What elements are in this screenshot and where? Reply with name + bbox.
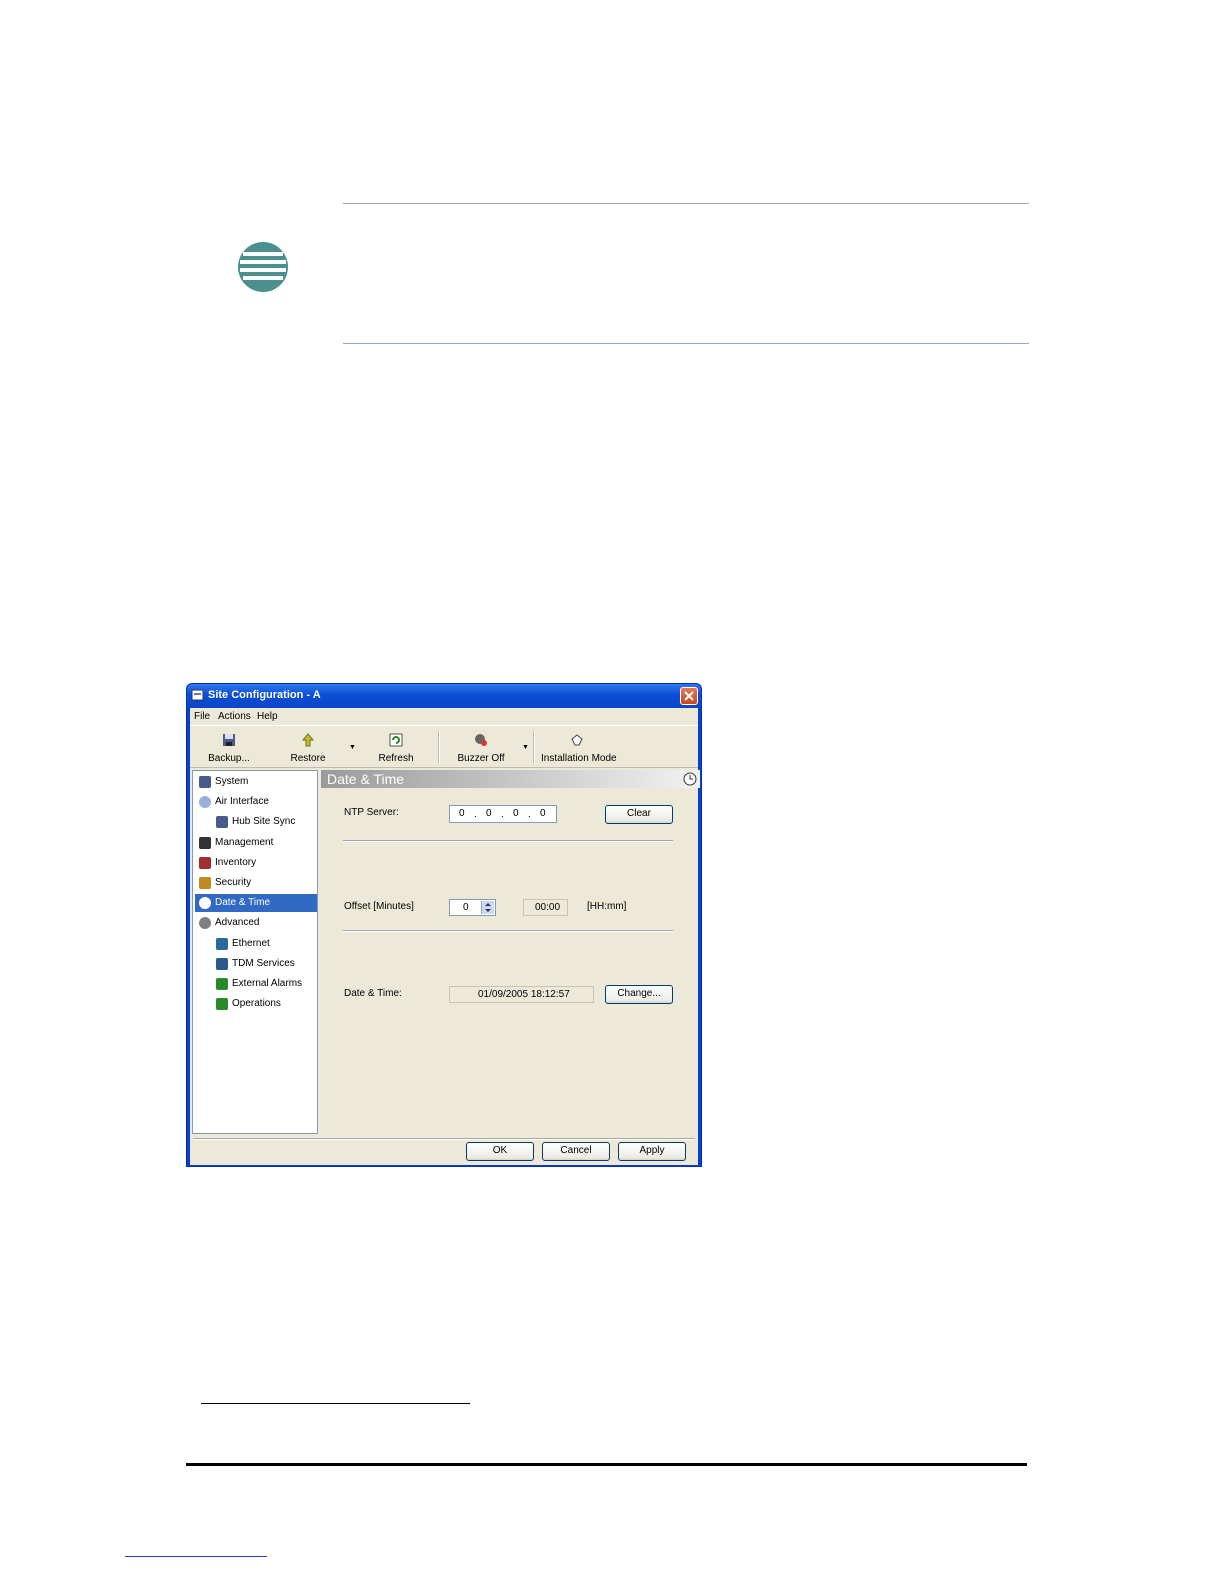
save-icon bbox=[223, 734, 235, 746]
tree-item-label: Date & Time bbox=[215, 897, 271, 909]
date-time-panel: Date & Time NTP Server: 0 . 0 . 0 . 0 Cl… bbox=[321, 770, 700, 1134]
installation-mode-button[interactable]: Installation Mode bbox=[541, 727, 617, 767]
refresh-icon bbox=[389, 733, 403, 747]
restore-icon bbox=[301, 733, 315, 747]
management-icon bbox=[199, 836, 211, 849]
tree-item-label: External Alarms bbox=[232, 978, 303, 989]
operations-icon bbox=[216, 998, 228, 1011]
footer-link-underline[interactable] bbox=[125, 1556, 267, 1557]
buzzer-icon bbox=[475, 734, 487, 746]
app-icon bbox=[191, 689, 204, 701]
menu-bar: File Actions Help bbox=[190, 708, 698, 726]
offset-hhmm-field: 00:00 bbox=[523, 899, 568, 916]
tree-item-security[interactable]: Security bbox=[195, 874, 315, 892]
tree-item-external-alarms[interactable]: External Alarms bbox=[212, 975, 315, 993]
close-icon bbox=[684, 691, 694, 701]
tree-item-inventory[interactable]: Inventory bbox=[195, 854, 315, 872]
clock-icon bbox=[683, 772, 697, 786]
separator bbox=[343, 930, 673, 932]
tree-item-label: Ethernet bbox=[232, 937, 270, 949]
tree-item-hub-site-sync[interactable]: Hub Site Sync bbox=[212, 813, 315, 831]
bottom-separator bbox=[193, 1138, 695, 1140]
tree-item-label: Operations bbox=[232, 998, 281, 1010]
site-configuration-dialog: Site Configuration - A File Actions Help… bbox=[186, 683, 702, 1167]
panel-title: Date & Time bbox=[327, 771, 405, 787]
restore-button[interactable]: Restore bbox=[286, 727, 330, 767]
separator bbox=[343, 840, 673, 842]
air-interface-icon bbox=[199, 796, 211, 809]
tree-item-label: Security bbox=[215, 877, 252, 888]
tree-item-tdm-services[interactable]: TDM Services bbox=[212, 955, 315, 973]
tree-item-advanced[interactable]: Advanced bbox=[195, 914, 315, 932]
advanced-icon bbox=[199, 917, 211, 930]
footer-rule bbox=[186, 1463, 1027, 1466]
apply-button[interactable]: Apply bbox=[618, 1142, 686, 1161]
change-button[interactable]: Change... bbox=[605, 985, 673, 1004]
tree-item-operations[interactable]: Operations bbox=[212, 995, 315, 1013]
tree-item-label: Advanced bbox=[215, 917, 260, 929]
hub-sync-icon bbox=[216, 816, 228, 829]
clock-icon bbox=[199, 897, 211, 910]
clear-button[interactable]: Clear bbox=[605, 805, 673, 824]
offset-label: Offset [Minutes] bbox=[344, 901, 414, 912]
buzzer-dropdown-icon[interactable]: ▼ bbox=[522, 744, 529, 751]
note-bottom-rule bbox=[343, 343, 1029, 344]
inventory-icon bbox=[199, 856, 211, 869]
offset-stepper[interactable]: 0 bbox=[449, 899, 496, 916]
tree-item-label: Hub Site Sync bbox=[232, 816, 296, 828]
buzzer-off-button[interactable]: Buzzer Off bbox=[456, 727, 506, 767]
tree-item-system[interactable]: System bbox=[195, 773, 315, 791]
date-time-field: 01/09/2005 18:12:57 bbox=[449, 986, 594, 1003]
ntp-server-input[interactable]: 0 . 0 . 0 . 0 bbox=[449, 805, 557, 823]
title-bar: Site Configuration - A bbox=[187, 684, 701, 708]
tree-item-label: Air Interface bbox=[215, 796, 269, 808]
menu-actions[interactable]: Actions bbox=[218, 711, 251, 722]
date-time-label: Date & Time: bbox=[344, 988, 402, 999]
tree-item-air-interface[interactable]: Air Interface bbox=[195, 793, 315, 811]
ntp-server-label: NTP Server: bbox=[344, 807, 399, 818]
toolbar-separator bbox=[533, 731, 535, 763]
spin-arrows-icon[interactable] bbox=[481, 901, 494, 914]
note-icon bbox=[238, 242, 288, 292]
tree-item-label: Management bbox=[215, 836, 274, 848]
security-icon bbox=[199, 877, 211, 889]
footnote-rule bbox=[201, 1403, 470, 1404]
tree-item-date-time[interactable]: Date & Time bbox=[195, 894, 317, 913]
panel-header: Date & Time bbox=[321, 770, 700, 788]
alarm-icon bbox=[216, 978, 228, 990]
restore-dropdown-icon[interactable]: ▼ bbox=[349, 744, 356, 751]
toolbar: Backup... Restore ▼ Refresh Buzzer Off ▼… bbox=[190, 727, 698, 768]
refresh-button[interactable]: Refresh bbox=[374, 727, 418, 767]
ok-button[interactable]: OK bbox=[466, 1142, 534, 1161]
dialog-title: Site Configuration - A bbox=[208, 689, 321, 701]
tdm-icon bbox=[216, 957, 228, 970]
tree-item-label: System bbox=[215, 776, 249, 787]
close-button[interactable] bbox=[680, 687, 698, 705]
installation-icon bbox=[571, 734, 583, 746]
note-top-rule bbox=[343, 203, 1029, 204]
tree-item-ethernet[interactable]: Ethernet bbox=[212, 935, 315, 953]
navigation-tree: System Air Interface Hub Site Sync Manageme… bbox=[192, 770, 318, 1134]
tree-item-management[interactable]: Management bbox=[195, 834, 315, 852]
menu-file[interactable]: File bbox=[194, 711, 210, 722]
system-icon bbox=[199, 776, 211, 788]
dialog-client: File Actions Help Backup... Restore ▼ Re… bbox=[190, 708, 700, 1165]
tree-item-label: Inventory bbox=[215, 856, 257, 868]
toolbar-separator bbox=[438, 731, 440, 763]
cancel-button[interactable]: Cancel bbox=[542, 1142, 610, 1161]
menu-help[interactable]: Help bbox=[257, 711, 278, 722]
tree-item-label: TDM Services bbox=[232, 957, 295, 969]
backup-button[interactable]: Backup... bbox=[204, 727, 254, 767]
ethernet-icon bbox=[216, 937, 228, 950]
offset-unit-label: [HH:mm] bbox=[587, 901, 627, 912]
